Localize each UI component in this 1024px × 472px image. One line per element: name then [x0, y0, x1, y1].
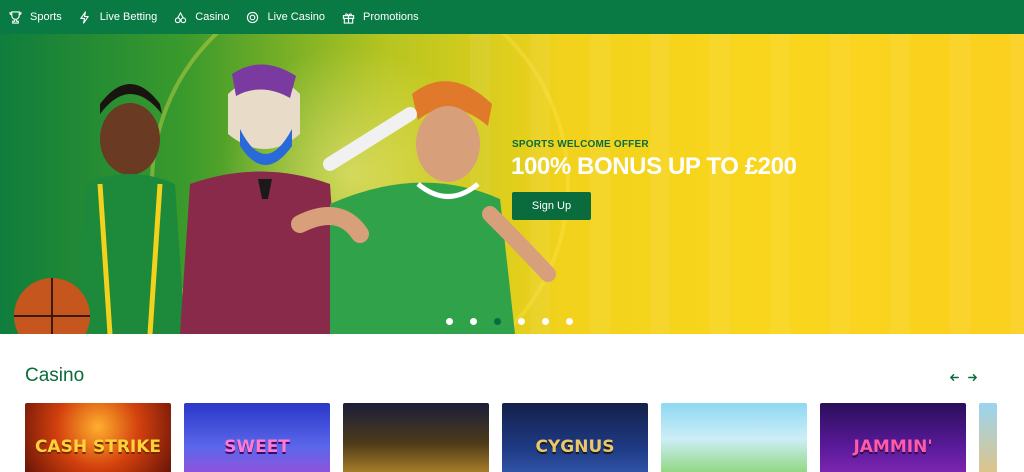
hero-banner[interactable]: SPORTS WELCOME OFFER 100% BONUS UP TO £2… [0, 34, 1024, 334]
carousel-dot[interactable] [518, 318, 525, 325]
offer-kicker: SPORTS WELCOME OFFER [512, 139, 649, 150]
cherries-icon [173, 10, 187, 24]
soccer-player-figure [291, 81, 556, 334]
nav-item-sports[interactable]: Sports [8, 0, 62, 34]
lightning-icon [78, 10, 92, 24]
nav-item-label: Sports [30, 11, 62, 23]
game-tile-label: SWEET [224, 437, 290, 457]
chip-icon [246, 10, 260, 24]
game-tile-partial[interactable] [979, 403, 997, 472]
game-tile-label: CYGNUS [535, 437, 615, 457]
nav-item-promotions[interactable]: Promotions [341, 0, 419, 34]
nav-item-label: Live Casino [267, 11, 326, 23]
nav-item-live-casino[interactable]: Live Casino [246, 0, 325, 34]
bearded-player-figure [180, 64, 340, 334]
carousel-dot[interactable] [542, 318, 549, 325]
trophy-icon [8, 10, 22, 24]
casino-games-row: CASH STRIKE SWEET CYGNUS JAMMIN' [25, 403, 1024, 472]
nav-item-casino[interactable]: Casino [173, 0, 230, 34]
athletes-illustration [14, 64, 556, 334]
carousel-dot[interactable] [566, 318, 573, 325]
carousel-dot[interactable] [446, 318, 453, 325]
game-tile-cygnus[interactable]: CYGNUS [502, 403, 648, 472]
nav-item-label: Live Betting [99, 11, 158, 23]
nav-item-label: Casino [195, 11, 230, 23]
gift-icon [341, 10, 355, 24]
nav-item-label: Promotions [363, 11, 419, 23]
game-tile-cash-strike[interactable]: CASH STRIKE [25, 403, 171, 472]
carousel-dots [446, 318, 590, 325]
carousel-dot-active[interactable] [494, 318, 501, 325]
game-tile-label: JAMMIN' [853, 437, 933, 457]
game-tile-jammin-jars[interactable]: JAMMIN' [820, 403, 966, 472]
casino-section-title: Casino [25, 365, 85, 386]
game-tile-label: CASH STRIKE [34, 437, 162, 457]
nav-item-live-betting[interactable]: Live Betting [78, 0, 157, 34]
game-tile-egyptian-slot[interactable] [343, 403, 489, 472]
carousel-dot[interactable] [470, 318, 477, 325]
offer-title: 100% BONUS UP TO £200 [511, 153, 797, 180]
arrow-left-icon[interactable] [947, 370, 961, 384]
carousel-arrows [947, 370, 983, 384]
basketball-player-figure [14, 84, 185, 334]
game-tile-sweet-bonanza[interactable]: SWEET [184, 403, 330, 472]
top-navigation: Sports Live Betting Casino Live Casino P… [0, 0, 1024, 34]
arrow-right-icon[interactable] [965, 370, 979, 384]
game-tile-flower-slot[interactable] [661, 403, 807, 472]
sign-up-button[interactable]: Sign Up [512, 192, 591, 220]
